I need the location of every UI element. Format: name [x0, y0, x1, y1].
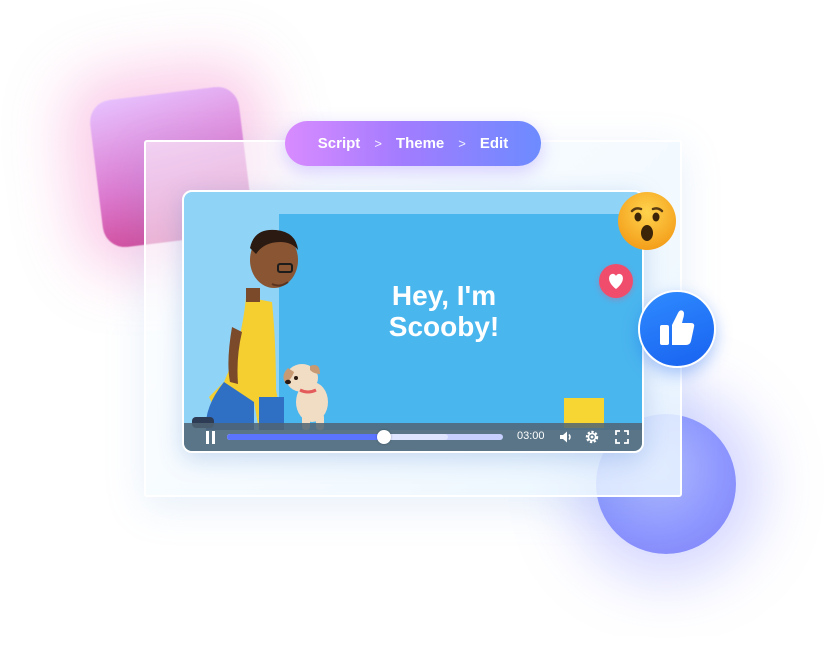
settings-gear-icon[interactable] — [584, 429, 600, 445]
breadcrumb-step-script[interactable]: Script — [318, 135, 361, 152]
progress-slider[interactable] — [227, 430, 503, 444]
progress-handle[interactable] — [377, 430, 392, 444]
video-duration: 03:00 — [517, 430, 545, 442]
played-bar — [227, 434, 385, 440]
pause-icon[interactable] — [204, 431, 216, 444]
chevron-right-icon: > — [458, 136, 466, 151]
video-title-text: Hey, I'm Scooby! — [388, 280, 500, 342]
chevron-right-icon: > — [374, 136, 382, 151]
heart-icon — [609, 273, 623, 289]
thumbs-up-icon — [660, 310, 695, 345]
volume-icon[interactable] — [558, 429, 574, 445]
wow-emoji-icon[interactable] — [617, 191, 677, 251]
thumbs-up-reaction[interactable] — [638, 290, 716, 368]
video-player[interactable]: Hey, I'm Scooby! 03:00 — [182, 190, 644, 453]
breadcrumb-step-edit[interactable]: Edit — [480, 135, 508, 152]
video-controls-bar: 03:00 — [184, 423, 642, 451]
breadcrumb-step-theme[interactable]: Theme — [396, 135, 444, 152]
fullscreen-icon[interactable] — [614, 429, 630, 445]
heart-reaction[interactable] — [599, 264, 633, 298]
breadcrumb: Script > Theme > Edit — [285, 121, 541, 166]
